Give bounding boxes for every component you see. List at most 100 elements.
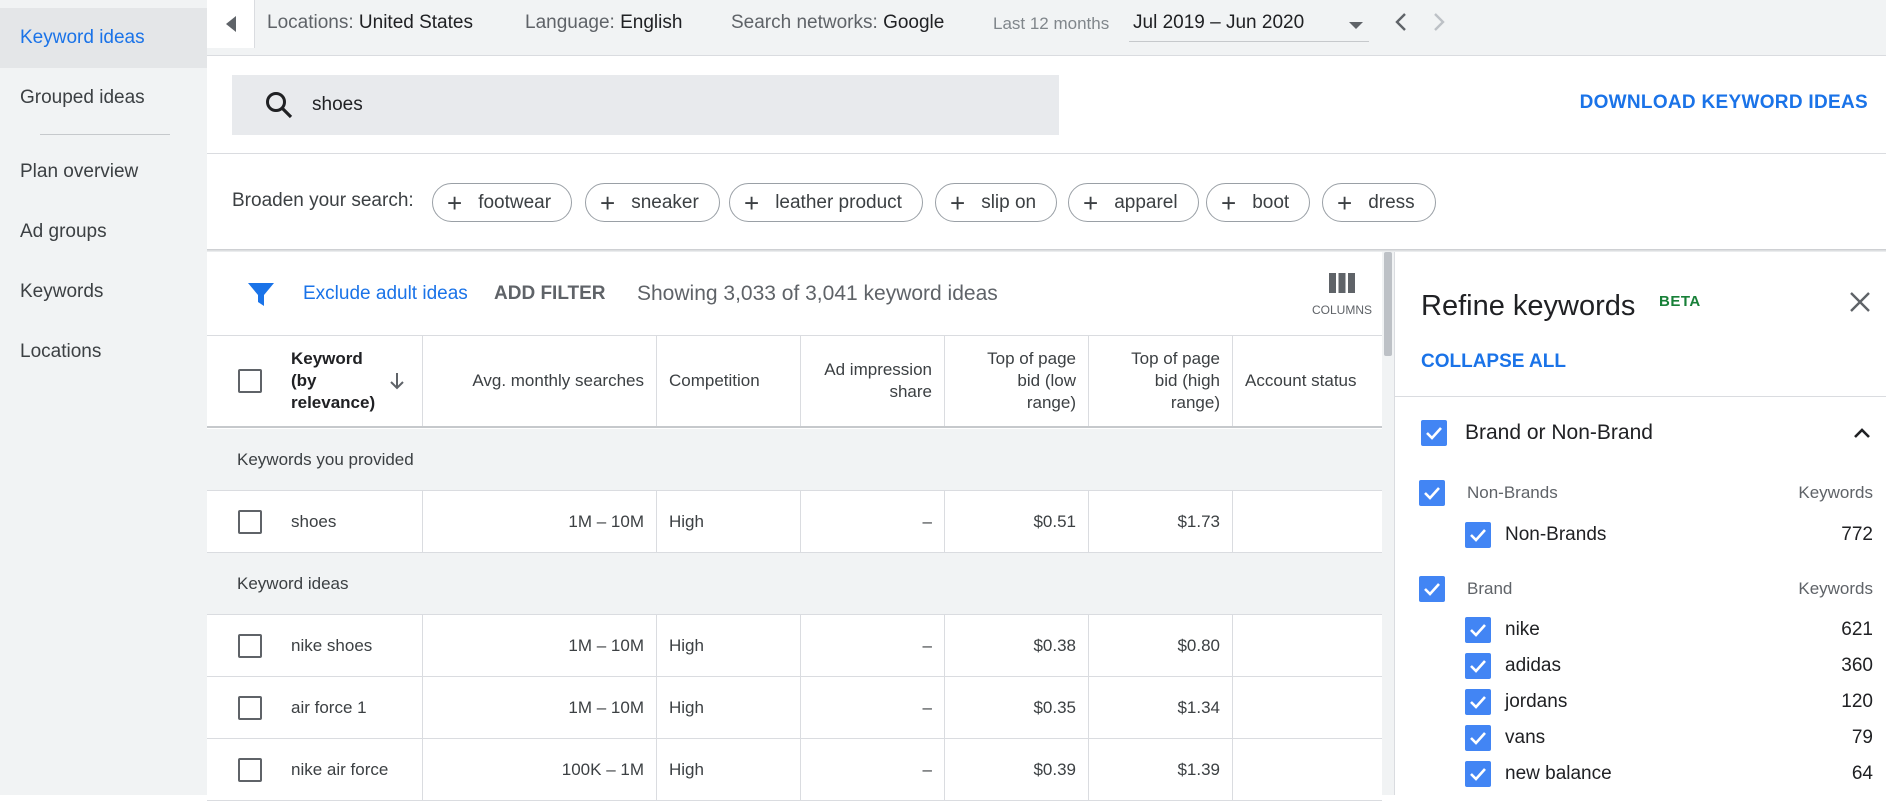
chip-label: sneaker [631,191,699,213]
table-header: Keyword (by relevance) Avg. monthly sear… [207,336,1382,428]
chevron-up-icon[interactable] [1853,427,1871,439]
filter-bar: Exclude adult ideas ADD FILTER Showing 3… [207,252,1382,336]
plus-icon: + [1083,187,1099,218]
collapse-sidebar-button[interactable] [207,0,255,48]
plus-icon: + [950,187,966,218]
language-setting[interactable]: Language: English [525,12,682,34]
chip-label: apparel [1114,191,1178,213]
close-icon [1850,292,1870,312]
plus-icon: + [600,187,616,218]
sidebar-item-keyword-ideas[interactable]: Keyword ideas [0,8,207,68]
non-brands-group[interactable]: Non-Brands Keywords [1395,478,1886,508]
language-label: Language: [525,12,615,33]
filter-icon[interactable] [247,280,275,308]
table-row[interactable]: nike air force 100K – 1M High – $0.39 $1… [207,739,1382,801]
column-label: Ad impression share [824,360,932,401]
scrollbar-thumb[interactable] [1384,252,1392,356]
sidebar-item-ad-groups[interactable]: Ad groups [0,202,207,262]
broaden-chip-slip-on[interactable]: + slip on [935,183,1058,222]
column-competition[interactable]: Competition [657,336,801,426]
non-brands-item[interactable]: Non-Brands 772 [1395,520,1886,550]
keyword-text: nike air force [291,759,389,779]
brand-item-jordans[interactable]: jordans 120 [1395,687,1886,717]
checkbox-checked[interactable] [1465,761,1491,787]
plus-icon: + [447,187,463,218]
table-row[interactable]: air force 1 1M – 10M High – $0.35 $1.34 [207,677,1382,739]
sidebar-divider [40,134,170,135]
column-avg-monthly-searches[interactable]: Avg. monthly searches [423,336,657,426]
broaden-chip-leather-product[interactable]: + leather product [729,183,923,222]
locations-setting[interactable]: Locations: United States [267,12,473,34]
brand-item-adidas[interactable]: adidas 360 [1395,651,1886,681]
row-checkbox[interactable] [238,634,262,658]
row-checkbox[interactable] [238,510,262,534]
next-period-button[interactable] [1425,8,1453,36]
table-scrollbar[interactable] [1382,252,1394,795]
column-top-bid-high[interactable]: Top of page bid (high range) [1089,336,1233,426]
impression-cell: – [801,677,945,738]
date-range-select[interactable]: Jul 2019 – Jun 2020 [1129,6,1369,42]
previous-period-button[interactable] [1387,8,1415,36]
chip-label: slip on [981,191,1037,213]
keyword-text: shoes [291,511,337,531]
checkbox-checked[interactable] [1465,725,1491,751]
status-cell [1233,739,1382,800]
column-account-status[interactable]: Account status [1233,336,1382,426]
column-keyword[interactable]: Keyword (by relevance) [207,336,423,426]
status-cell [1233,491,1382,552]
download-keyword-ideas-button[interactable]: DOWNLOAD KEYWORD IDEAS [1580,92,1868,114]
low-bid-cell: $0.39 [945,739,1089,800]
add-filter-button[interactable]: ADD FILTER [494,283,606,305]
impression-cell: – [801,739,945,800]
broaden-chip-sneaker[interactable]: + sneaker [585,183,720,222]
select-all-checkbox[interactable] [238,369,262,393]
checkbox-checked[interactable] [1465,689,1491,715]
broaden-chip-boot[interactable]: + boot [1206,183,1311,222]
item-count: 64 [1851,763,1873,784]
broaden-chip-apparel[interactable]: + apparel [1068,183,1199,222]
language-value: English [620,12,683,33]
brand-group[interactable]: Brand Keywords [1395,574,1886,604]
sidebar: Keyword ideas Grouped ideas Plan overvie… [0,0,207,795]
column-top-bid-low[interactable]: Top of page bid (low range) [945,336,1089,426]
column-ad-impression-share[interactable]: Ad impression share [801,336,945,426]
brand-section-header[interactable]: Brand or Non-Brand [1395,418,1886,448]
checkbox-checked[interactable] [1419,576,1445,602]
checkbox-checked[interactable] [1421,420,1447,446]
checkbox-checked[interactable] [1465,617,1491,643]
checkbox-checked[interactable] [1465,522,1491,548]
search-networks-setting[interactable]: Search networks: Google [731,12,944,34]
checkmark-icon [1470,768,1486,781]
checkbox-checked[interactable] [1419,480,1445,506]
row-checkbox[interactable] [238,696,262,720]
sidebar-item-plan-overview[interactable]: Plan overview [0,142,207,202]
exclude-adult-ideas-link[interactable]: Exclude adult ideas [303,283,468,305]
brand-item-new-balance[interactable]: new balance 64 [1395,759,1886,789]
row-checkbox[interactable] [238,758,262,782]
chevron-right-icon [1434,13,1445,31]
table-row[interactable]: shoes 1M – 10M High – $0.51 $1.73 [207,491,1382,553]
checkmark-icon [1470,529,1486,542]
collapse-all-button[interactable]: COLLAPSE ALL [1421,351,1566,373]
section-title: Brand or Non-Brand [1465,421,1653,444]
table-row[interactable]: nike shoes 1M – 10M High – $0.38 $0.80 [207,615,1382,677]
brand-item-nike[interactable]: nike 621 [1395,615,1886,645]
plus-icon: + [1221,187,1237,218]
broaden-chip-footwear[interactable]: + footwear [432,183,573,222]
checkbox-checked[interactable] [1465,653,1491,679]
searches-cell: 100K – 1M [423,739,657,800]
close-panel-button[interactable] [1848,290,1872,319]
keyword-text: nike shoes [291,635,373,655]
brand-item-vans[interactable]: vans 79 [1395,723,1886,753]
broaden-chip-dress[interactable]: + dress [1322,183,1436,222]
search-input[interactable]: shoes [232,75,1059,135]
high-bid-cell: $1.73 [1089,491,1233,552]
low-bid-cell: $0.51 [945,491,1089,552]
chip-label: leather product [775,191,902,213]
searches-cell: 1M – 10M [423,491,657,552]
sidebar-item-locations[interactable]: Locations [0,322,207,382]
sidebar-item-keywords[interactable]: Keywords [0,262,207,322]
chip-label: boot [1252,191,1290,213]
columns-button[interactable]: COLUMNS [1307,272,1377,317]
sidebar-item-grouped-ideas[interactable]: Grouped ideas [0,68,207,128]
